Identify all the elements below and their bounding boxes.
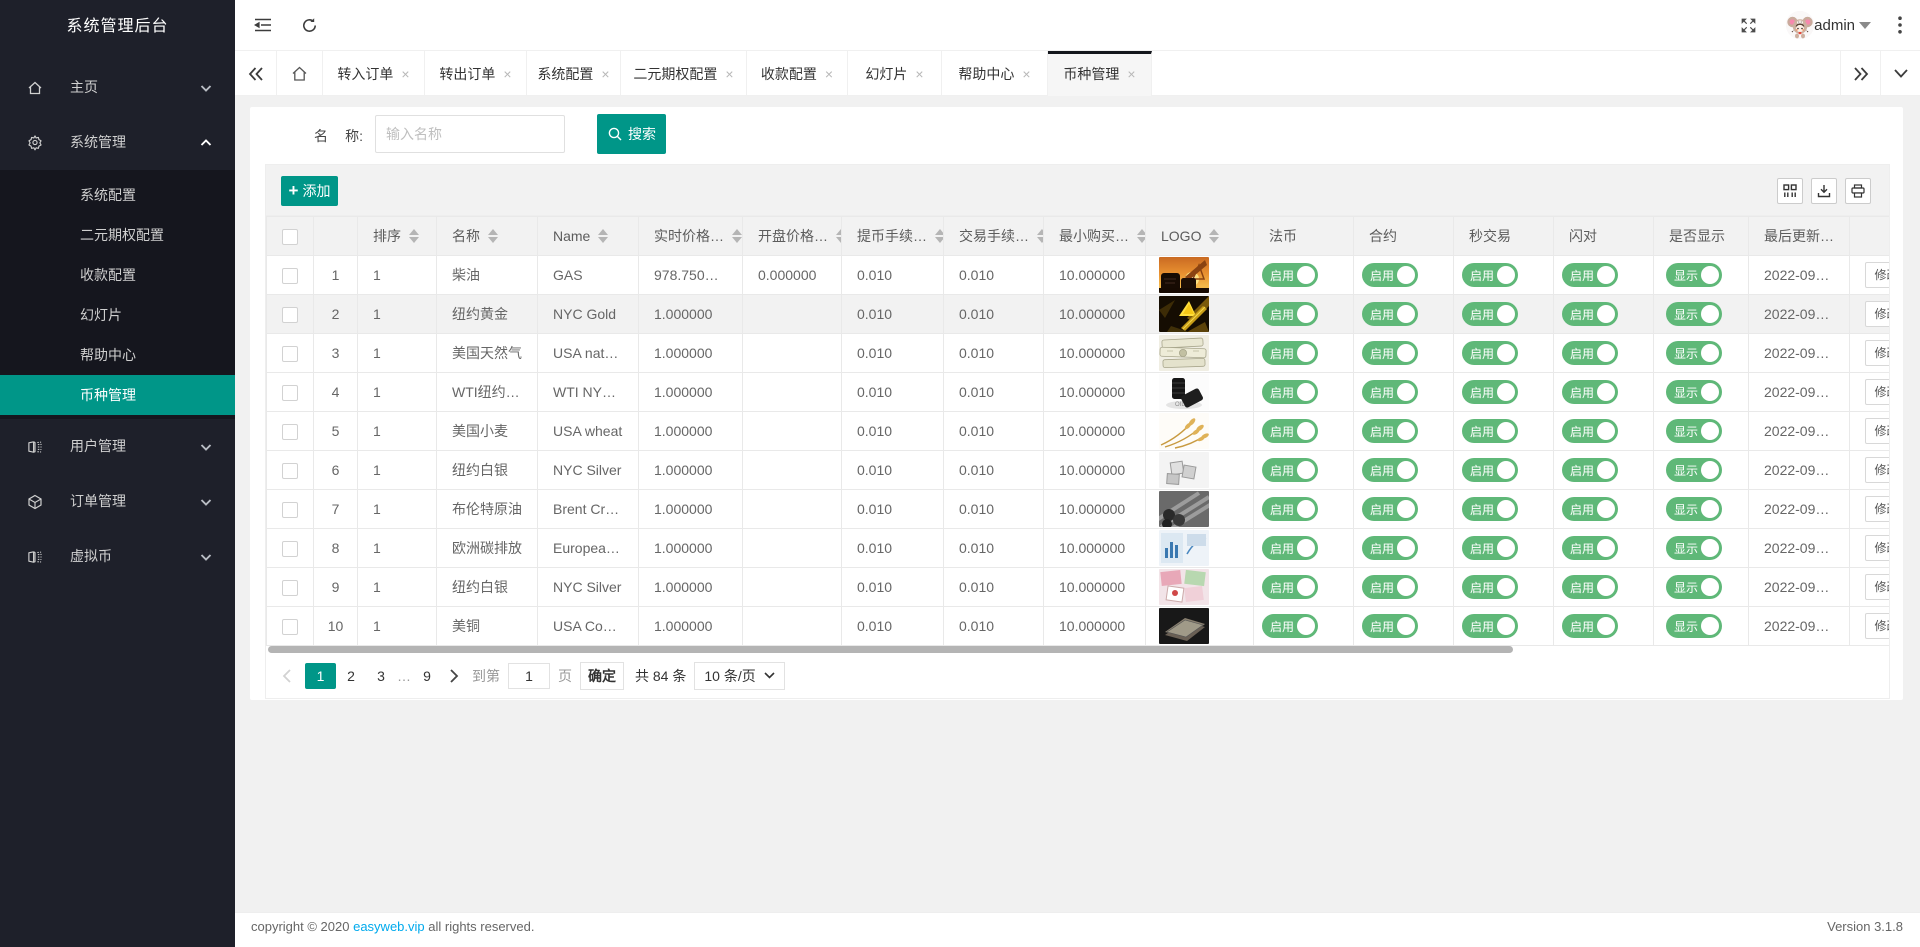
svg-text:OIL: OIL (1175, 402, 1185, 408)
